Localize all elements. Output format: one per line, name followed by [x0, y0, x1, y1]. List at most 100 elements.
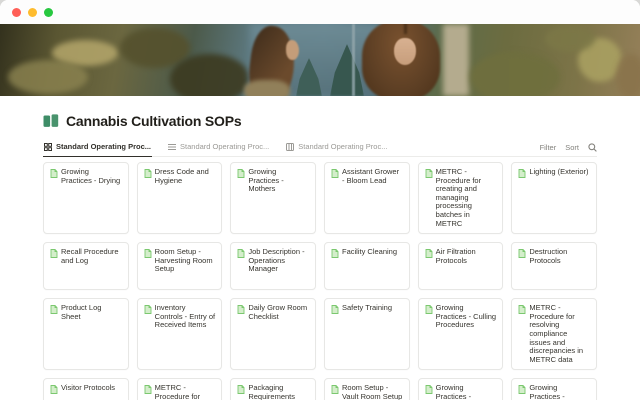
- gallery-card[interactable]: Growing Practices - Handling: [511, 378, 597, 400]
- green-page-icon: [237, 249, 245, 258]
- card-title: Product Log Sheet: [61, 304, 122, 321]
- green-page-icon: [425, 249, 433, 258]
- cover-art-layer: [286, 40, 299, 60]
- gallery-card[interactable]: METRC - Procedure for assigning harvest …: [137, 378, 223, 400]
- card-title: Inventory Controls - Entry of Received I…: [155, 304, 216, 330]
- zoom-button[interactable]: [44, 8, 53, 17]
- card-title: Packaging Requirements: [248, 384, 309, 400]
- card-title: METRC - Procedure for resolving complian…: [529, 304, 590, 364]
- card-title: Growing Practices - Processing and Manuf…: [436, 384, 497, 400]
- green-page-icon: [425, 169, 433, 178]
- tab-label: Standard Operating Proc...: [56, 142, 151, 151]
- card-title: METRC - Procedure for assigning harvest …: [155, 384, 216, 400]
- gallery-card[interactable]: Visitor Protocols: [43, 378, 129, 400]
- gallery-card[interactable]: Room Setup - Harvesting Room Setup: [137, 242, 223, 290]
- cover-art-layer: [394, 38, 416, 65]
- view-tab-bar: Standard Operating Proc... Standard Oper…: [43, 139, 597, 157]
- gallery-card[interactable]: METRC - Procedure for creating and manag…: [418, 162, 504, 234]
- sort-button[interactable]: Sort: [565, 143, 579, 152]
- green-page-icon: [144, 169, 152, 178]
- green-page-icon: [237, 169, 245, 178]
- card-title: Growing Practices - Mothers: [248, 168, 309, 194]
- gallery-card[interactable]: Inventory Controls - Entry of Received I…: [137, 298, 223, 370]
- green-books-icon: [43, 114, 59, 128]
- card-title: Air Filtration Protocols: [436, 248, 497, 265]
- gallery-card[interactable]: Room Setup - Vault Room Setup: [324, 378, 410, 400]
- gallery-card[interactable]: Product Log Sheet: [43, 298, 129, 370]
- card-title: Safety Training: [342, 304, 392, 313]
- gallery-card[interactable]: Growing Practices - Culling Procedures: [418, 298, 504, 370]
- cover-art-layer: [170, 54, 250, 96]
- green-page-icon: [518, 305, 526, 314]
- app-window: Cannabis Cultivation SOPs Standard Opera…: [0, 0, 640, 400]
- gallery-grid: Growing Practices - Drying Dress Code and…: [43, 162, 597, 400]
- card-title: Growing Practices - Drying: [61, 168, 122, 185]
- gallery-card[interactable]: Air Filtration Protocols: [418, 242, 504, 290]
- tab-gallery-view[interactable]: Standard Operating Proc...: [43, 139, 152, 157]
- green-page-icon: [50, 385, 58, 394]
- green-page-icon: [144, 305, 152, 314]
- card-title: Dress Code and Hygiene: [155, 168, 216, 185]
- cover-art-layer: [616, 54, 640, 96]
- gallery-card[interactable]: Assistant Grower - Bloom Lead: [324, 162, 410, 234]
- gallery-card[interactable]: Growing Practices - Processing and Manuf…: [418, 378, 504, 400]
- gallery-card[interactable]: Growing Practices - Drying: [43, 162, 129, 234]
- card-title: Growing Practices - Handling: [529, 384, 590, 400]
- search-icon[interactable]: [588, 143, 597, 152]
- green-page-icon: [425, 305, 433, 314]
- gallery-card[interactable]: Destruction Protocols: [511, 242, 597, 290]
- card-title: Room Setup - Vault Room Setup: [342, 384, 403, 400]
- gallery-card[interactable]: Facility Cleaning: [324, 242, 410, 290]
- tab-label: Standard Operating Proc...: [298, 142, 387, 151]
- gallery-card[interactable]: Growing Practices - Mothers: [230, 162, 316, 234]
- cover-art-layer: [8, 60, 88, 94]
- card-title: Assistant Grower - Bloom Lead: [342, 168, 403, 185]
- gallery-card[interactable]: Dress Code and Hygiene: [137, 162, 223, 234]
- cover-art-layer: [244, 80, 290, 96]
- green-page-icon: [518, 385, 526, 394]
- page-title: Cannabis Cultivation SOPs: [66, 113, 241, 129]
- green-page-icon: [331, 169, 339, 178]
- green-page-icon: [237, 305, 245, 314]
- green-page-icon: [50, 305, 58, 314]
- green-page-icon: [518, 249, 526, 258]
- card-title: Visitor Protocols: [61, 384, 115, 393]
- table-view-icon: [286, 143, 294, 151]
- card-title: Daily Grow Room Checklist: [248, 304, 309, 321]
- green-page-icon: [331, 305, 339, 314]
- filter-button[interactable]: Filter: [540, 143, 557, 152]
- cover-art-layer: [352, 24, 355, 96]
- green-page-icon: [50, 169, 58, 178]
- cover-art-layer: [404, 24, 407, 34]
- card-title: Recall Procedure and Log: [61, 248, 122, 265]
- tab-table-view[interactable]: Standard Operating Proc...: [285, 139, 388, 156]
- green-page-icon: [518, 169, 526, 178]
- cover-art-layer: [545, 26, 595, 52]
- list-view-icon: [168, 143, 176, 151]
- window-titlebar: [0, 0, 640, 24]
- cover-art-layer: [470, 52, 560, 96]
- gallery-card[interactable]: Daily Grow Room Checklist: [230, 298, 316, 370]
- green-page-icon: [331, 249, 339, 258]
- card-title: Room Setup - Harvesting Room Setup: [155, 248, 216, 274]
- card-title: Facility Cleaning: [342, 248, 397, 257]
- tab-list-view[interactable]: Standard Operating Proc...: [167, 139, 270, 156]
- gallery-card[interactable]: Lighting (Exterior): [511, 162, 597, 234]
- tab-label: Standard Operating Proc...: [180, 142, 269, 151]
- gallery-card[interactable]: Packaging Requirements: [230, 378, 316, 400]
- cover-art-layer: [443, 24, 469, 96]
- green-page-icon: [237, 385, 245, 394]
- gallery-card[interactable]: Job Description - Operations Manager: [230, 242, 316, 290]
- gallery-card[interactable]: Safety Training: [324, 298, 410, 370]
- card-title: Growing Practices - Culling Procedures: [436, 304, 497, 330]
- gallery-card[interactable]: METRC - Procedure for resolving complian…: [511, 298, 597, 370]
- cover-image: [0, 24, 640, 96]
- green-page-icon: [50, 249, 58, 258]
- card-title: Job Description - Operations Manager: [248, 248, 309, 274]
- green-page-icon: [144, 385, 152, 394]
- gallery-card[interactable]: Recall Procedure and Log: [43, 242, 129, 290]
- close-button[interactable]: [12, 8, 21, 17]
- minimize-button[interactable]: [28, 8, 37, 17]
- card-title: Lighting (Exterior): [529, 168, 588, 177]
- card-title: Destruction Protocols: [529, 248, 590, 265]
